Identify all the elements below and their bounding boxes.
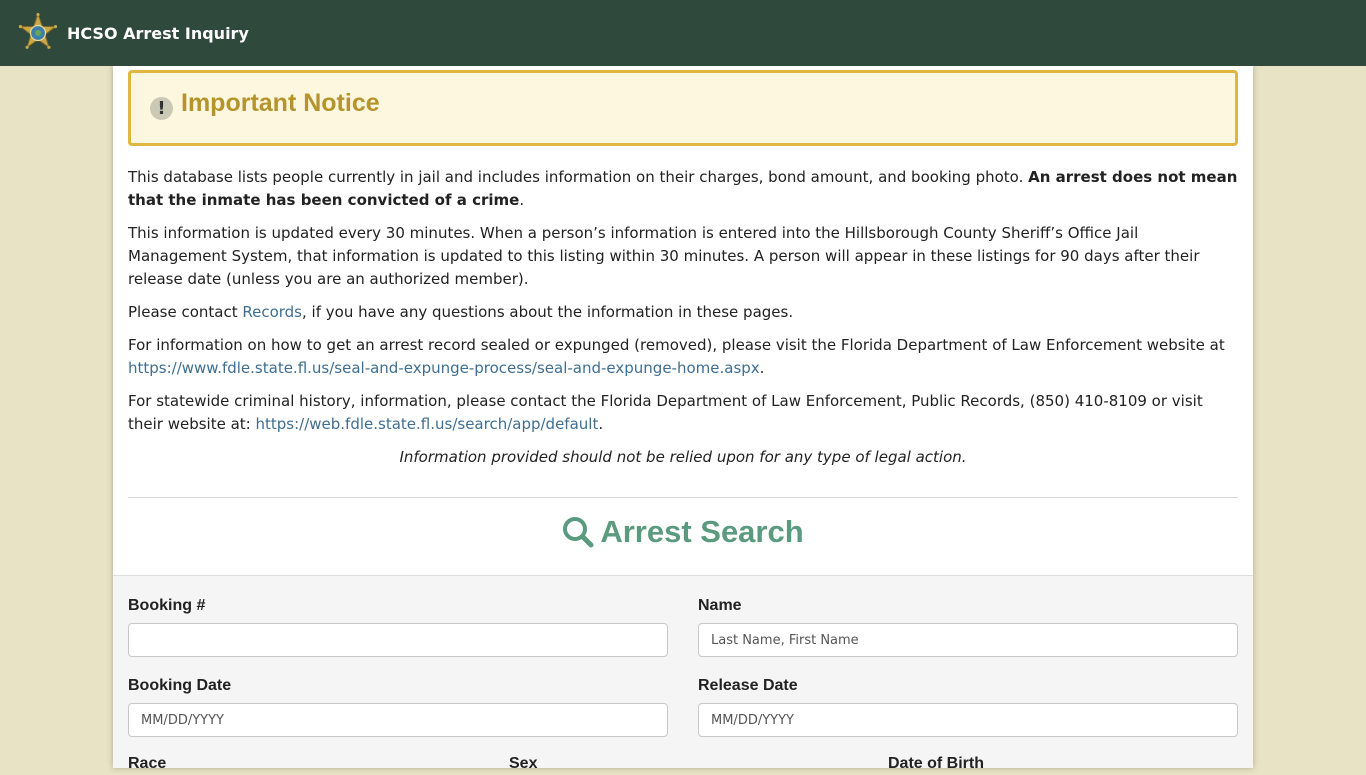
name-input[interactable] bbox=[698, 623, 1238, 657]
release-date-field: Release Date bbox=[698, 677, 1238, 737]
search-form: Booking # Name Booking Date Release Date… bbox=[113, 575, 1253, 772]
paragraph-contact: Please contact Records, if you have any … bbox=[128, 303, 794, 321]
search-heading-text: Arrest Search bbox=[600, 514, 804, 549]
sex-field: Sex bbox=[509, 755, 537, 775]
top-navbar: HCSO Arrest Inquiry bbox=[0, 0, 1366, 66]
arrest-search-heading: Arrest Search bbox=[113, 514, 1253, 550]
paragraph-statewide: For statewide criminal history, informat… bbox=[128, 392, 1203, 433]
records-link[interactable]: Records bbox=[242, 303, 302, 321]
fdle-search-link[interactable]: https://web.fdle.state.fl.us/search/app/… bbox=[256, 415, 599, 433]
booking-date-input[interactable] bbox=[128, 703, 668, 737]
booking-date-field: Booking Date bbox=[128, 677, 668, 737]
paragraph-update-info: This information is updated every 30 min… bbox=[128, 224, 1200, 288]
important-notice-box: ! Important Notice bbox=[128, 70, 1238, 146]
release-date-label: Release Date bbox=[698, 677, 798, 694]
notice-title: Important Notice bbox=[181, 89, 380, 117]
booking-number-field: Booking # bbox=[128, 597, 668, 657]
fdle-expunge-link[interactable]: https://www.fdle.state.fl.us/seal-and-ex… bbox=[128, 359, 760, 377]
notice-content: This database lists people currently in … bbox=[128, 166, 1238, 479]
sheriff-star-icon[interactable] bbox=[18, 12, 58, 53]
main-container: ! Important Notice This database lists p… bbox=[113, 66, 1253, 772]
dob-field: Date of Birth bbox=[888, 755, 984, 775]
paragraph-database-info: This database lists people currently in … bbox=[128, 168, 1238, 209]
legal-disclaimer: Information provided should not be relie… bbox=[399, 448, 967, 466]
race-field: Race bbox=[128, 755, 166, 775]
name-field: Name bbox=[698, 597, 1238, 657]
paragraph-expunge: For information on how to get an arrest … bbox=[128, 336, 1225, 377]
app-title[interactable]: HCSO Arrest Inquiry bbox=[67, 24, 249, 43]
section-divider bbox=[128, 497, 1238, 498]
booking-number-input[interactable] bbox=[128, 623, 668, 657]
sex-label: Sex bbox=[509, 755, 538, 772]
search-icon bbox=[563, 517, 594, 548]
dob-label: Date of Birth bbox=[888, 755, 984, 772]
race-label: Race bbox=[128, 755, 167, 772]
exclamation-icon: ! bbox=[150, 97, 173, 120]
booking-date-label: Booking Date bbox=[128, 677, 232, 694]
release-date-input[interactable] bbox=[698, 703, 1238, 737]
name-label: Name bbox=[698, 597, 742, 614]
booking-number-label: Booking # bbox=[128, 597, 206, 614]
